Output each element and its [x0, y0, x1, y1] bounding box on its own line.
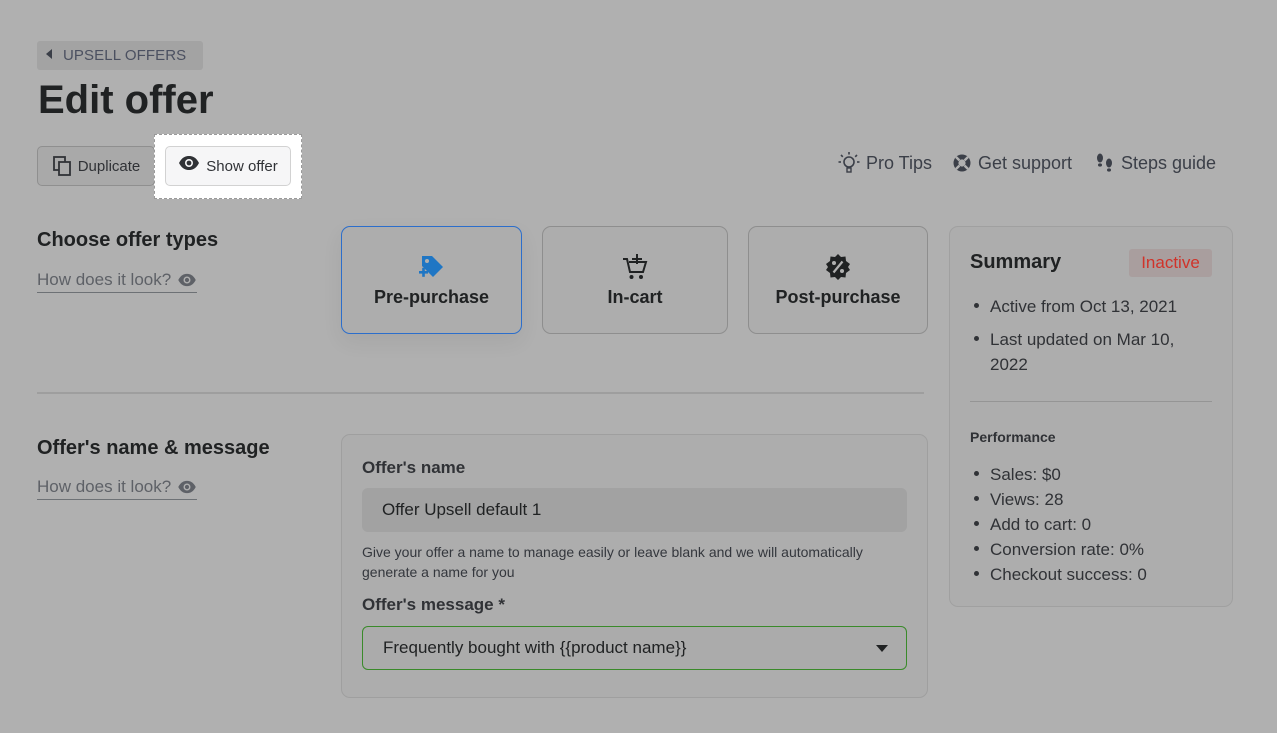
offer-name-input[interactable]: Offer Upsell default 1	[362, 488, 907, 532]
pre-purchase-label: Pre-purchase	[373, 286, 490, 307]
offer-type-post-purchase[interactable]: Post-purchase	[748, 226, 928, 334]
get-support-link[interactable]: Get support	[952, 150, 1072, 176]
choose-offer-types-title: Choose offer types	[37, 229, 219, 251]
how-does-it-look-link-name[interactable]: How does it look?	[37, 477, 198, 500]
list-item: Active from Oct 13, 2021	[970, 294, 1212, 319]
list-item: Views: 28	[970, 487, 1212, 512]
offer-name-message-title: Offer's name & message	[37, 437, 270, 459]
steps-guide-label: Steps guide	[1121, 152, 1217, 173]
eye-icon	[179, 156, 200, 170]
summary-title: Summary	[970, 251, 1062, 273]
list-item: Checkout success: 0	[970, 562, 1212, 587]
status-badge: Inactive	[1129, 249, 1212, 277]
breadcrumb[interactable]: UPSELL OFFERS	[37, 41, 203, 70]
lightbulb-icon	[838, 152, 860, 173]
how-link-label: How does it look?	[37, 477, 172, 496]
show-offer-button[interactable]: Show offer	[165, 146, 291, 186]
caret-down-icon	[876, 645, 888, 652]
list-item: Sales: $0	[970, 462, 1212, 487]
duplicate-label: Duplicate	[77, 157, 141, 175]
list-item: Add to cart: 0	[970, 512, 1212, 537]
offer-name-value: Offer Upsell default 1	[382, 500, 542, 519]
summary-dates-list: Active from Oct 13, 2021 Last updated on…	[970, 294, 1212, 385]
offer-message-value: Frequently bought with {{product name}}	[383, 638, 687, 657]
summary-divider	[970, 401, 1212, 402]
tag-plus-icon	[418, 255, 443, 277]
eye-icon	[178, 273, 196, 287]
discount-badge-icon	[826, 253, 850, 280]
how-does-it-look-link-types[interactable]: How does it look?	[37, 270, 198, 293]
post-purchase-label: Post-purchase	[775, 286, 901, 307]
pro-tips-label: Pro Tips	[866, 152, 933, 173]
duplicate-icon	[52, 156, 71, 176]
show-offer-label: Show offer	[206, 157, 278, 175]
steps-guide-link[interactable]: Steps guide	[1095, 150, 1216, 176]
list-item: Last updated on Mar 10, 2022	[970, 327, 1212, 377]
performance-list: Sales: $0 Views: 28 Add to cart: 0 Conve…	[970, 462, 1212, 587]
pro-tips-link[interactable]: Pro Tips	[838, 150, 932, 176]
offer-message-label: Offer's message *	[362, 595, 505, 614]
chevron-left-icon	[46, 48, 52, 59]
breadcrumb-label: UPSELL OFFERS	[63, 47, 187, 64]
footsteps-icon	[1097, 153, 1112, 172]
offer-message-select[interactable]: Frequently bought with {{product name}}	[362, 626, 907, 670]
get-support-label: Get support	[978, 152, 1073, 173]
page-title: Edit offer	[38, 78, 214, 122]
in-cart-label: In-cart	[607, 286, 663, 307]
list-item: Conversion rate: 0%	[970, 537, 1212, 562]
section-divider	[37, 392, 924, 394]
eye-icon	[178, 480, 196, 494]
offer-name-help-text: Give your offer a name to manage easily …	[362, 544, 863, 580]
offer-name-label: Offer's name	[362, 458, 466, 477]
offer-type-pre-purchase[interactable]: Pre-purchase	[341, 226, 522, 334]
offer-type-in-cart[interactable]: In-cart	[542, 226, 728, 334]
performance-title: Performance	[970, 429, 1056, 445]
lifebuoy-icon	[953, 154, 971, 172]
duplicate-button[interactable]: Duplicate	[37, 146, 155, 186]
cart-plus-icon	[623, 253, 648, 279]
how-link-label: How does it look?	[37, 270, 172, 289]
